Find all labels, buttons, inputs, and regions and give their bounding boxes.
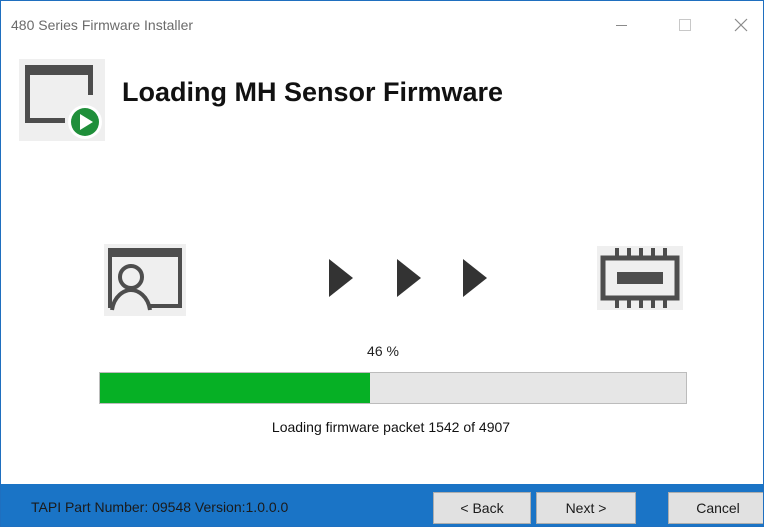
close-button[interactable] — [721, 11, 761, 39]
window-play-icon — [19, 59, 105, 141]
progress-bar-fill — [100, 373, 370, 403]
installer-window: 480 Series Firmware Installer Loading MH… — [0, 0, 764, 527]
back-button[interactable]: < Back — [433, 492, 531, 524]
page-title: Loading MH Sensor Firmware — [122, 77, 504, 107]
close-icon — [734, 18, 748, 32]
maximize-icon — [679, 19, 691, 31]
triangle-right-icon — [329, 259, 353, 297]
chip-icon — [597, 246, 683, 310]
maximize-button — [665, 11, 705, 39]
cancel-button[interactable]: Cancel — [668, 492, 763, 524]
window-title: 480 Series Firmware Installer — [11, 17, 194, 33]
user-window-icon — [104, 244, 186, 316]
minimize-icon — [615, 24, 627, 26]
triangle-right-icon — [397, 259, 421, 297]
progress-status: Loading firmware packet 1542 of 4907 — [271, 419, 511, 435]
footer-bar: TAPI Part Number: 09548 Version:1.0.0.0 … — [1, 484, 763, 526]
progress-bar — [99, 372, 687, 404]
triangle-right-icon — [463, 259, 487, 297]
minimize-button[interactable] — [601, 11, 641, 39]
title-bar: 480 Series Firmware Installer — [1, 1, 763, 45]
progress-percent: 46 % — [367, 343, 399, 359]
part-version-label: TAPI Part Number: 09548 Version:1.0.0.0 — [31, 499, 289, 515]
next-button[interactable]: Next > — [536, 492, 636, 524]
